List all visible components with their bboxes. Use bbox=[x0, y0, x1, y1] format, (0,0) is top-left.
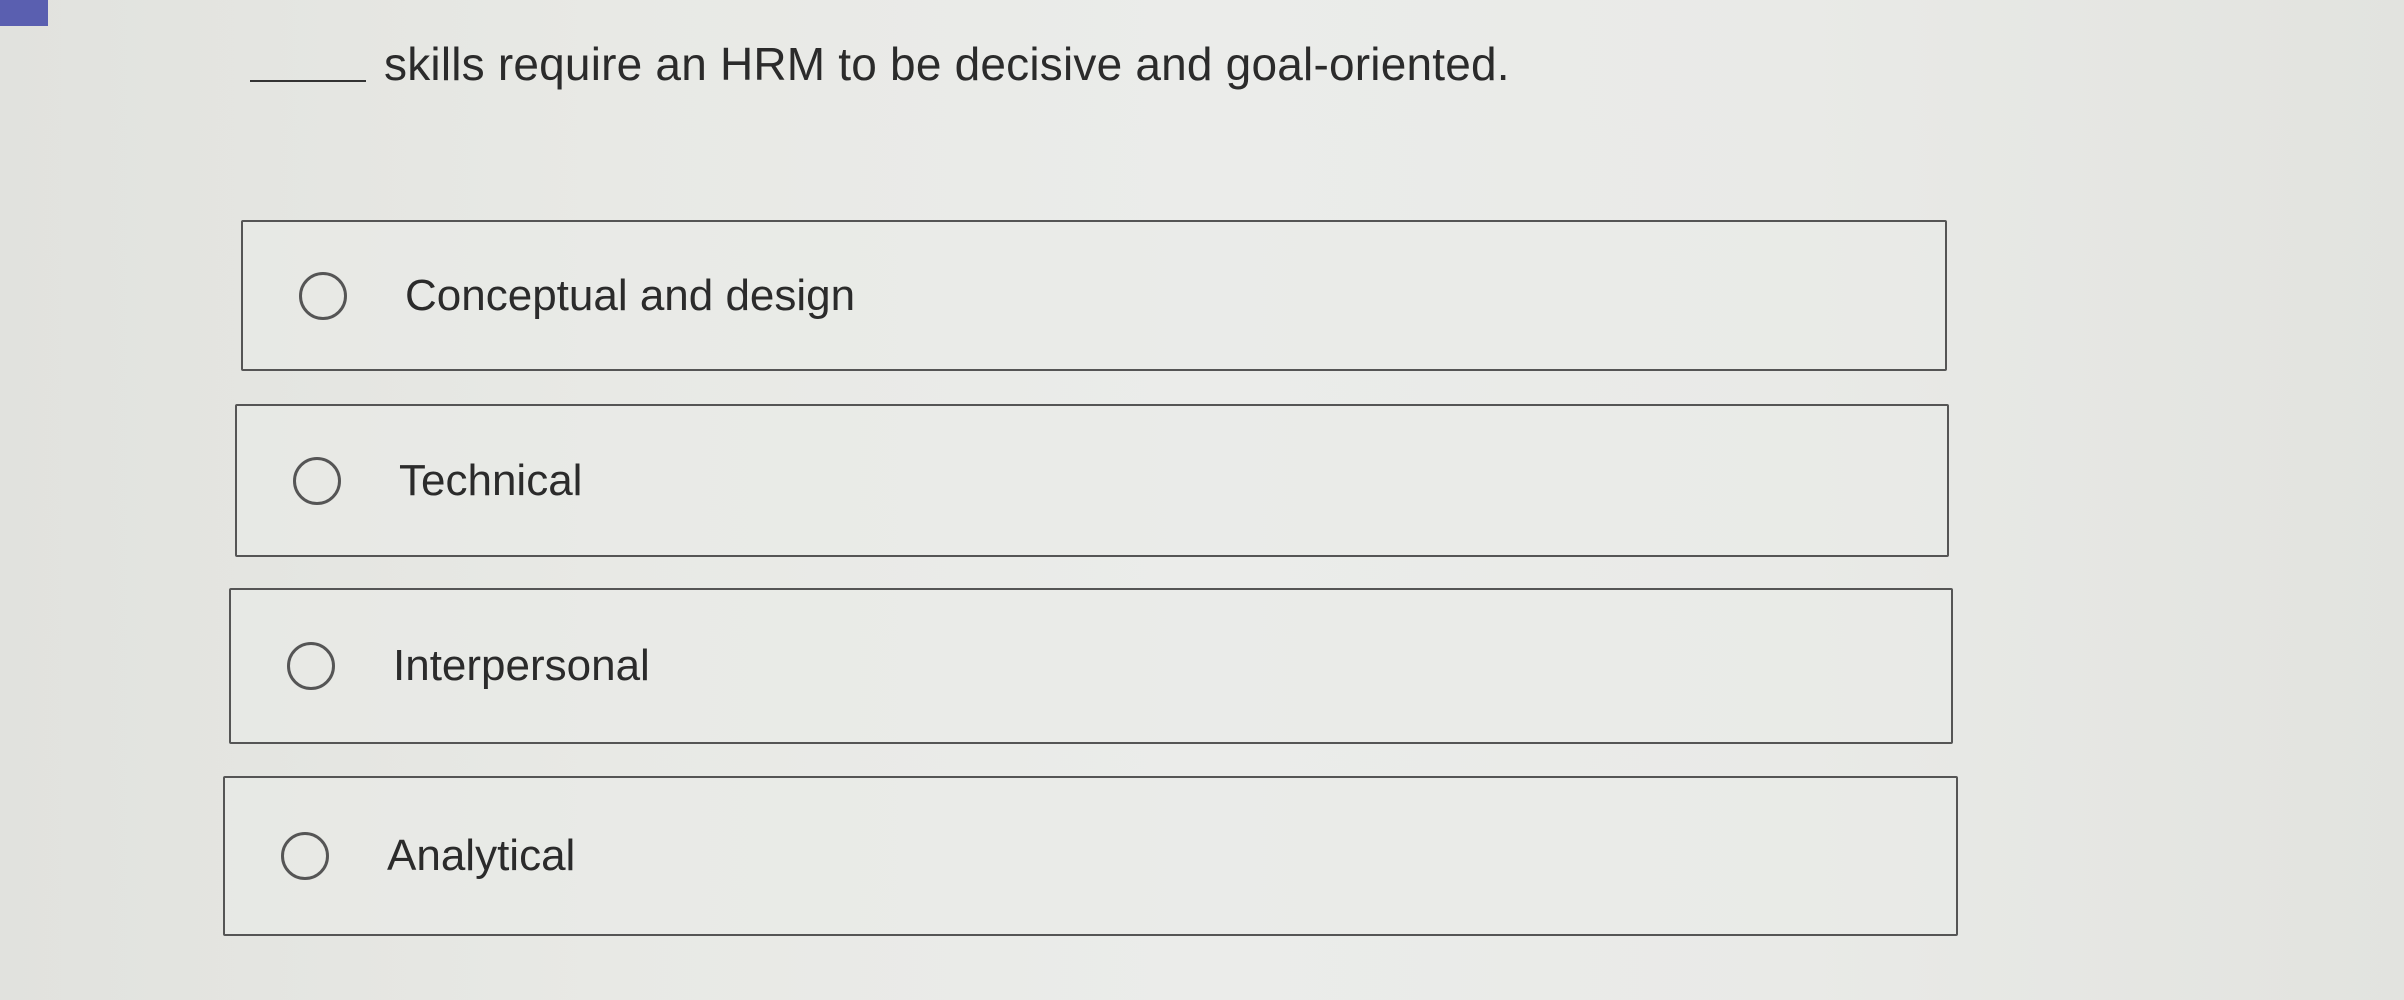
option-interpersonal[interactable]: Interpersonal bbox=[229, 588, 1953, 744]
option-label: Analytical bbox=[387, 831, 576, 880]
option-technical[interactable]: Technical bbox=[235, 404, 1949, 557]
radio-button-icon[interactable] bbox=[281, 832, 329, 880]
option-label: Interpersonal bbox=[393, 641, 650, 690]
radio-button-icon[interactable] bbox=[299, 271, 347, 320]
radio-button-icon[interactable] bbox=[293, 456, 341, 505]
option-label: Technical bbox=[399, 455, 583, 505]
answer-options: Conceptual and design Technical Interper… bbox=[0, 0, 2404, 1000]
radio-button-icon[interactable] bbox=[287, 642, 335, 690]
option-analytical[interactable]: Analytical bbox=[223, 776, 1958, 936]
option-conceptual-and-design[interactable]: Conceptual and design bbox=[241, 220, 1947, 371]
option-label: Conceptual and design bbox=[405, 270, 856, 320]
